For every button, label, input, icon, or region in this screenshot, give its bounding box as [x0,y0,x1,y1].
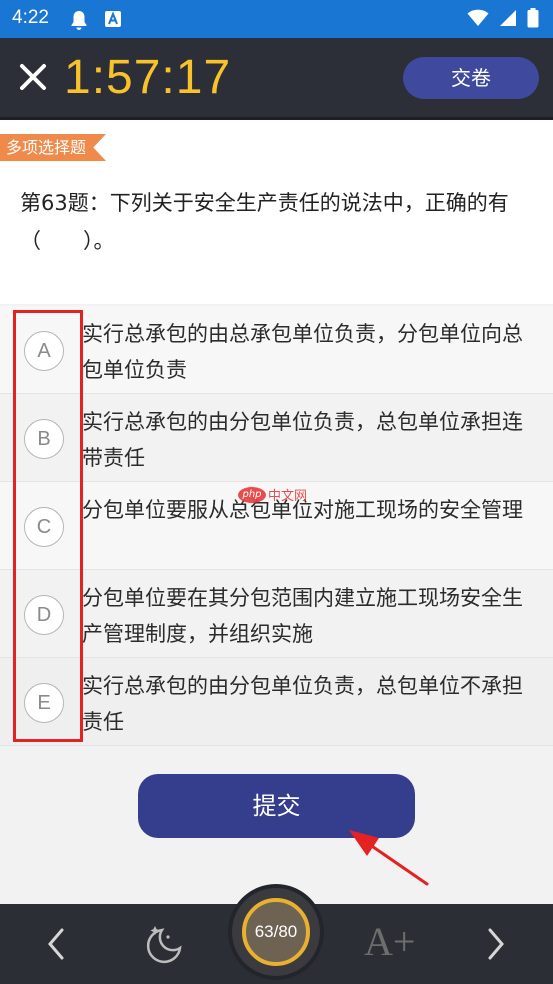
option-a[interactable]: A 实行总承包的由总承包单位负责，分包单位向总包单位负责 [0,306,553,394]
countdown-timer: 1:57:17 [64,51,232,104]
battery-icon [527,8,539,28]
previous-question-icon[interactable] [42,924,70,964]
watermark-badge: php [238,486,266,503]
option-text: 分包单位要在其分包范围内建立施工现场安全生产管理制度，并组织实施 [82,586,523,646]
exam-header: 1:57:17 交卷 [0,38,553,120]
option-text: 实行总承包的由分包单位负责，总包单位不承担责任 [82,674,523,734]
option-letter-circle[interactable]: A [24,331,64,371]
question-progress[interactable]: 63/80 [228,884,324,980]
notification-bell-icon [71,11,87,30]
option-letter-circle[interactable]: D [24,595,64,635]
question-text: 第63题：下列关于安全生产责任的说法中，正确的有（ ）。 [20,191,509,253]
question-panel: 多项选择题 第63题：下列关于安全生产责任的说法中，正确的有（ ）。 [0,120,553,304]
arrow-annotation-icon [349,830,429,886]
status-time: 4:22 [12,7,49,28]
font-a-icon [105,11,121,27]
wifi-icon [467,9,489,27]
option-e[interactable]: E 实行总承包的由分包单位负责，总包单位不承担责任 [0,658,553,746]
option-b[interactable]: B 实行总承包的由分包单位负责，总包单位承担连带责任 [0,394,553,482]
night-mode-icon[interactable] [142,922,188,968]
option-text: 实行总承包的由总承包单位负责，分包单位向总包单位负责 [82,322,523,382]
option-d[interactable]: D 分包单位要在其分包范围内建立施工现场安全生产管理制度，并组织实施 [0,570,553,658]
watermark-text: 中文网 [268,489,308,504]
question-type-tag: 多项选择题 [0,134,107,161]
status-bar: 4:22 [0,0,553,38]
font-size-icon[interactable]: A+ [364,918,415,965]
close-icon[interactable] [16,60,50,94]
option-letter-circle[interactable]: C [24,507,64,547]
next-question-icon[interactable] [482,924,510,964]
option-text: 实行总承包的由分包单位负责，总包单位承担连带责任 [82,410,523,470]
option-letter-circle[interactable]: B [24,419,64,459]
watermark-logo: php 中文网 [238,485,307,504]
signal-icon [500,10,516,26]
option-letter-circle[interactable]: E [24,683,64,723]
option-list: A 实行总承包的由总承包单位负责，分包单位向总包单位负责 B 实行总承包的由分包… [0,306,553,746]
progress-counter[interactable]: 63/80 [242,898,310,966]
submit-paper-button[interactable]: 交卷 [403,57,539,99]
